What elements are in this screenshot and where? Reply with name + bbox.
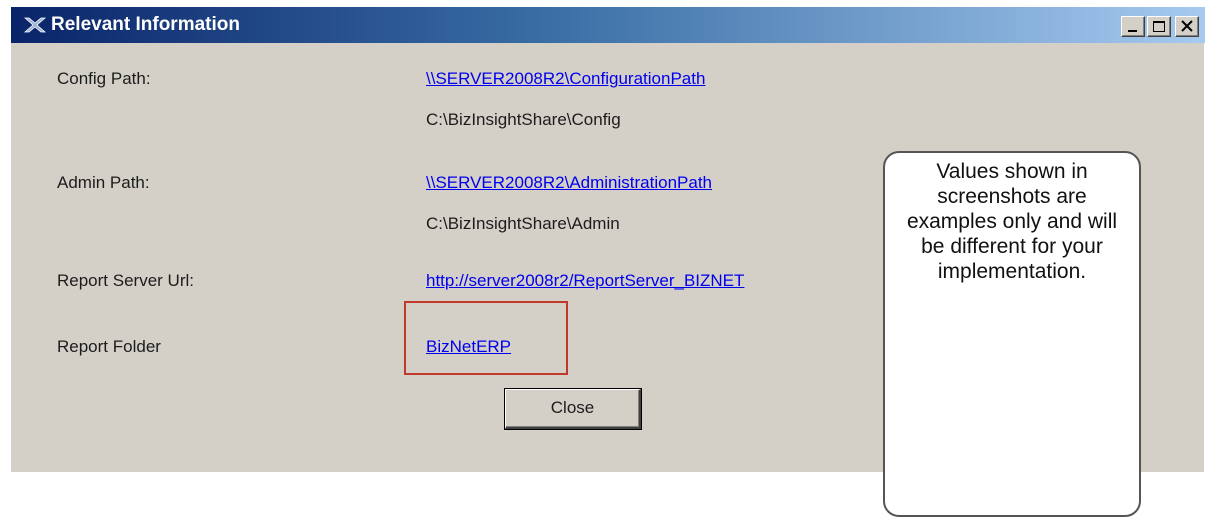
window-title: Relevant Information	[51, 14, 240, 35]
report-server-url-label: Report Server Url:	[57, 271, 194, 290]
minimize-icon	[1128, 30, 1137, 32]
close-icon	[1181, 20, 1193, 32]
admin-path-link[interactable]: \\SERVER2008R2\AdministrationPath	[426, 173, 712, 193]
config-path-link[interactable]: \\SERVER2008R2\ConfigurationPath	[426, 69, 705, 89]
admin-path-value: C:\BizInsightShare\Admin	[426, 214, 620, 233]
callout-note: Values shown in screenshots are examples…	[883, 151, 1141, 517]
app-icon	[23, 17, 47, 33]
config-path-label: Config Path:	[57, 69, 151, 88]
minimize-button[interactable]	[1121, 16, 1145, 37]
admin-path-label: Admin Path:	[57, 173, 150, 192]
maximize-button[interactable]	[1147, 16, 1171, 37]
report-folder-link[interactable]: BizNetERP	[426, 337, 511, 357]
callout-text: Values shown in screenshots are examples…	[906, 160, 1118, 283]
report-server-url-link[interactable]: http://server2008r2/ReportServer_BIZNET	[426, 271, 744, 291]
close-button[interactable]: Close	[504, 388, 642, 430]
title-bar[interactable]: Relevant Information	[11, 7, 1205, 43]
config-path-value: C:\BizInsightShare\Config	[426, 110, 621, 129]
report-folder-label: Report Folder	[57, 337, 161, 356]
close-window-button[interactable]	[1175, 16, 1199, 37]
maximize-icon	[1153, 21, 1165, 32]
